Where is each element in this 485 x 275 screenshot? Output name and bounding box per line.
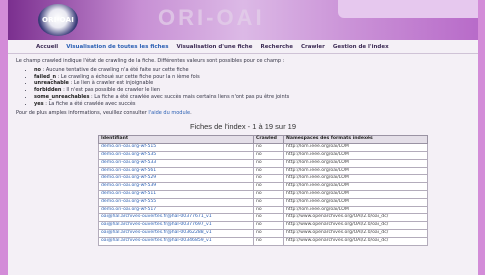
row-crawled: no — [253, 182, 284, 191]
nav-item-0[interactable]: Accueil — [36, 44, 58, 50]
row-identifiant-link[interactable]: oai@hal.archives-ouvertes.fr@hal-0034685… — [98, 236, 254, 246]
row-namespace: http://lom.ieee.org/oai/LOM — [283, 143, 428, 152]
intro-text: Le champ crawled indique l'état de crawl… — [16, 58, 285, 64]
nav-item-3[interactable]: Recherche — [260, 44, 293, 50]
row-namespace: http://lom.ieee.org/oai/LOM — [283, 205, 428, 215]
row-identifiant-link[interactable]: demo.ori-oai.org-wf-517 — [98, 205, 254, 215]
row-crawled: no — [253, 189, 284, 199]
row-identifiant-link[interactable]: demo.ori-oai.org-wf-539 — [98, 182, 254, 191]
row-identifiant-link[interactable]: demo.ori-oai.org-wf-511 — [98, 189, 254, 199]
state-desc: : Aucune tentative de crawling n'a été f… — [41, 66, 189, 73]
row-identifiant-link[interactable]: demo.ori-oai.org-wf-529 — [98, 174, 254, 184]
row-crawled: no — [253, 221, 284, 230]
state-desc: : La fiche a été crawlée avec succès mai… — [89, 93, 290, 100]
main-content: Le champ crawled indique l'état de crawl… — [8, 55, 478, 275]
table-row: demo.ori-oai.org-wf-535 no http://lom.ieee… — [98, 150, 428, 160]
table-row: oai@hal.archives-ouvertes.fr@hal-0037767… — [98, 213, 428, 223]
row-identifiant-link[interactable]: oai@hal.archives-ouvertes.fr@hal-0037767… — [98, 213, 254, 223]
records-table: Identifiant Crawled Namespaces des forma… — [98, 135, 428, 246]
state-desc: : Le crawling a échoué sur cette fiche p… — [56, 73, 200, 80]
row-namespace: http://lom.ieee.org/oai/LOM — [283, 182, 428, 191]
row-namespace: http://lom.ieee.org/oai/LOM — [283, 158, 428, 168]
nav-item-1[interactable]: Visualisation de toutes les fiches — [66, 44, 168, 50]
table-row: demo.ori-oai.org-wf-555 no http://lom.ieee… — [98, 197, 428, 207]
state-item: yes : La fiche a été crawlée avec succès — [34, 101, 470, 108]
row-namespace: http://www.openarchives.org/OAI/2.0/oai_… — [283, 236, 428, 246]
row-crawled: no — [253, 174, 284, 184]
row-crawled: no — [253, 213, 284, 223]
row-namespace: http://lom.ieee.org/oai/LOM — [283, 174, 428, 184]
row-crawled: no — [253, 143, 284, 152]
browser-page: ORI-OAI ORI-OAI Accueil Visualisation de … — [8, 0, 478, 275]
nav-item-5[interactable]: Gestion de l'index — [333, 44, 389, 50]
row-identifiant-link[interactable]: oai@hal.archives-ouvertes.fr@hal-0036228… — [98, 228, 254, 238]
help-text: Pour de plus amples informations, veuill… — [16, 110, 470, 117]
table-row: demo.ori-oai.org-wf-529 no http://lom.ieee… — [98, 174, 428, 184]
nav-item-2[interactable]: Visualisation d'une fiche — [177, 44, 253, 50]
row-crawled: no — [253, 197, 284, 207]
table-row: oai@hal.archives-ouvertes.fr@hal-0037769… — [98, 221, 428, 230]
header-namespaces[interactable]: Namespaces des formats indexés — [283, 135, 428, 145]
table-row: demo.ori-oai.org-wf-539 no http://lom.ieee… — [98, 182, 428, 191]
row-namespace: http://lom.ieee.org/oai/LOM — [283, 166, 428, 176]
help-link[interactable]: l'aide du module — [148, 110, 190, 116]
header-decoration — [338, 0, 478, 18]
table-title: Fiches de l'index - 1 à 19 sur 19 — [189, 122, 297, 132]
row-namespace: http://lom.ieee.org/oai/LOM — [283, 150, 428, 160]
table-row: oai@hal.archives-ouvertes.fr@hal-0036228… — [98, 228, 428, 238]
site-title: ORI-OAI — [158, 5, 265, 30]
site-header: ORI-OAI ORI-OAI — [8, 0, 478, 40]
row-crawled: no — [253, 236, 284, 246]
state-key: some_unreachables — [34, 93, 90, 100]
nav-item-4[interactable]: Crawler — [301, 44, 325, 50]
state-key: failed_n — [34, 73, 57, 80]
main-nav: Accueil Visualisation de toutes les fiche… — [8, 40, 478, 54]
header-crawled[interactable]: Crawled — [253, 135, 284, 145]
state-key: yes — [34, 100, 44, 107]
state-item: unreachable : Le lien à crawler est injo… — [34, 80, 470, 87]
header-identifiant[interactable]: Identifiant — [98, 135, 254, 145]
state-desc: : Il n'est pas possible de crawler le li… — [61, 87, 161, 94]
crawled-states-list: no : Aucune tentative de crawling n'a ét… — [34, 67, 470, 108]
row-namespace: http://www.openarchives.org/OAI/2.0/oai_… — [283, 228, 428, 238]
state-key: forbidden — [34, 87, 62, 94]
table-row: demo.ori-oai.org-wf-533 no http://lom.ieee… — [98, 158, 428, 168]
state-key: no — [34, 66, 41, 73]
row-crawled: no — [253, 158, 284, 168]
table-row: demo.ori-oai.org-wf-511 no http://lom.ieee… — [98, 189, 428, 199]
row-crawled: no — [253, 205, 284, 215]
table-row: demo.ori-oai.org-wf-517 no http://lom.ieee… — [98, 205, 428, 215]
row-identifiant-link[interactable]: demo.ori-oai.org-wf-555 — [98, 197, 254, 207]
row-identifiant-link[interactable]: demo.ori-oai.org-wf-561 — [98, 166, 254, 176]
table-row: demo.ori-oai.org-wf-561 no http://lom.ieee… — [98, 166, 428, 176]
state-desc: : Le lien à crawler est injoignable — [68, 80, 154, 87]
state-item: some_unreachables : La fiche a été crawl… — [34, 94, 470, 101]
row-namespace: http://lom.ieee.org/oai/LOM — [283, 197, 428, 207]
row-namespace: http://www.openarchives.org/OAI/2.0/oai_… — [283, 213, 428, 223]
row-namespace: http://lom.ieee.org/oai/LOM — [283, 189, 428, 199]
state-key: unreachable — [34, 80, 69, 87]
row-crawled: no — [253, 150, 284, 160]
row-identifiant-link[interactable]: demo.ori-oai.org-wf-515 — [98, 143, 254, 152]
row-identifiant-link[interactable]: oai@hal.archives-ouvertes.fr@hal-0037769… — [98, 221, 254, 230]
row-crawled: no — [253, 228, 284, 238]
row-crawled: no — [253, 166, 284, 176]
table-header-row: Identifiant Crawled Namespaces des forma… — [98, 135, 428, 145]
state-item: no : Aucune tentative de crawling n'a ét… — [34, 67, 470, 74]
ori-oai-logo[interactable]: ORI-OAI — [38, 4, 78, 36]
help-prefix: Pour de plus amples informations, veuill… — [16, 109, 149, 116]
state-desc: : La fiche a été crawlée avec succès — [43, 100, 136, 107]
row-identifiant-link[interactable]: demo.ori-oai.org-wf-535 — [98, 150, 254, 160]
row-namespace: http://www.openarchives.org/OAI/2.0/oai_… — [283, 221, 428, 230]
table-row: oai@hal.archives-ouvertes.fr@hal-0034685… — [98, 236, 428, 246]
table-row: demo.ori-oai.org-wf-515 no http://lom.ieee… — [98, 143, 428, 152]
state-item: forbidden : Il n'est pas possible de cra… — [34, 87, 470, 94]
help-suffix: . — [190, 109, 192, 116]
row-identifiant-link[interactable]: demo.ori-oai.org-wf-533 — [98, 158, 254, 168]
